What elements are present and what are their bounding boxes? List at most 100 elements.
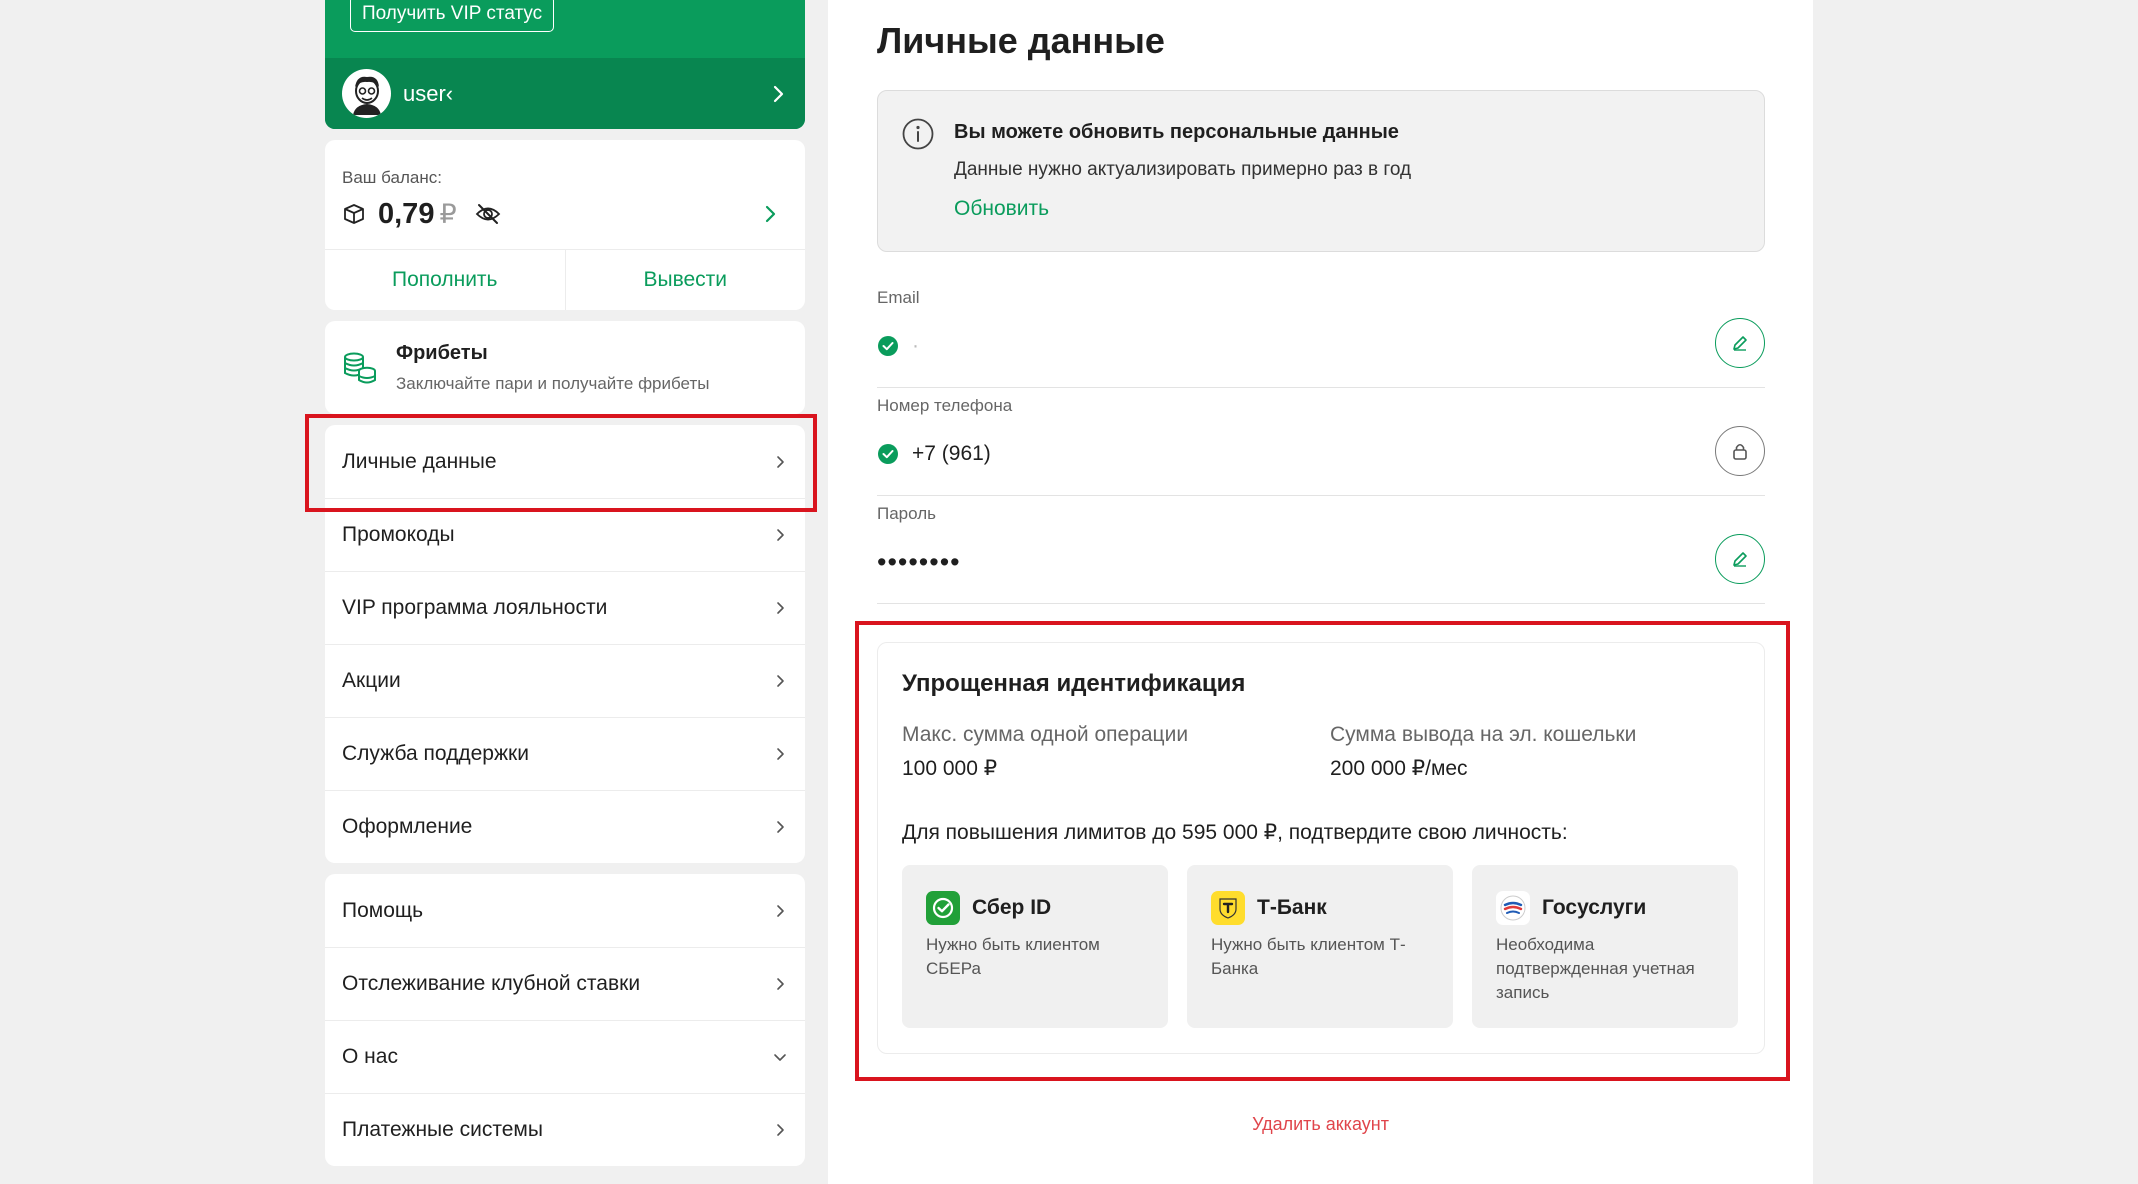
menu-item-label: Отслеживание клубной ставки — [342, 972, 641, 995]
sber-id-option[interactable]: Сбер ID Нужно быть клиентом СБЕРа — [902, 865, 1168, 1028]
wallet-limit-value: 200 000 ₽/мес — [1330, 757, 1468, 780]
chevron-right-icon — [777, 1124, 784, 1136]
max-operation-limit: Макс. сумма одной операции 100 000 ₽ — [902, 723, 1188, 781]
password-value: •••••••• — [877, 546, 961, 577]
menu-item-personal-data[interactable]: Личные данные — [305, 414, 817, 512]
chevron-right-icon — [777, 675, 784, 687]
get-vip-status-button[interactable]: Получить VIP статус — [350, 0, 555, 32]
delete-account-link[interactable]: Удалить аккаунт — [828, 1114, 1813, 1135]
sber-id-header: Сбер ID — [926, 891, 1051, 925]
freebets-subtitle: Заключайте пари и получайте фрибеты — [396, 373, 710, 393]
balance-row[interactable]: 0,79 ₽ — [342, 194, 780, 234]
wallet-limit-label: Сумма вывода на эл. кошельки — [1330, 723, 1637, 746]
edit-password-button[interactable] — [1715, 534, 1765, 584]
phone-value-row: +7 (961) — [877, 434, 1705, 474]
tbank-desc: Нужно быть клиентом Т-Банка — [1211, 935, 1406, 978]
eye-off-icon[interactable] — [474, 202, 502, 226]
identification-title: Упрощенная идентификация — [902, 670, 1246, 697]
gosuslugi-logo-icon — [1496, 891, 1530, 925]
username: user‹ — [403, 80, 454, 106]
profile-card: Получить VIP статус user‹ — [325, 0, 805, 129]
menu-item-vip-program[interactable]: VIP программа лояльности — [325, 571, 805, 644]
freebets-card[interactable]: Фрибеты Заключайте пари и получайте фриб… — [325, 321, 805, 414]
chevron-right-icon — [777, 904, 784, 917]
simplified-identification-card: Упрощенная идентификация Макс. сумма одн… — [877, 642, 1765, 1054]
password-field: Пароль •••••••• — [877, 496, 1765, 604]
withdraw-button[interactable]: Вывести — [564, 250, 806, 310]
gosuslugi-header: Госуслуги — [1496, 891, 1646, 925]
menu-item-promocodes[interactable]: Промокоды — [325, 498, 805, 571]
menu-item-label: Служба поддержки — [342, 742, 529, 765]
wallet-box-icon — [344, 204, 364, 224]
edit-email-button[interactable] — [1715, 318, 1765, 368]
check-circle-icon — [878, 336, 898, 356]
identification-providers: Сбер ID Нужно быть клиентом СБЕРа Т-Банк… — [902, 865, 1738, 1028]
chevron-right-icon — [765, 205, 776, 223]
menu-item-label: Оформление — [342, 815, 473, 838]
chevron-right-icon — [777, 978, 784, 990]
email-value: · — [912, 334, 919, 357]
gosuslugi-name: Госуслуги — [1542, 896, 1647, 919]
phone-label: Номер телефона — [877, 396, 1013, 415]
menu-item-help[interactable]: Помощь — [325, 874, 805, 947]
tbank-logo-icon — [1211, 891, 1245, 925]
lock-icon — [1733, 443, 1747, 460]
chevron-right-icon — [777, 529, 784, 541]
notice-text: Данные нужно актуализировать примерно ра… — [954, 159, 1412, 180]
email-field: Email · — [877, 280, 1765, 388]
menu-group-info: Помощь Отслеживание клубной ставки О нас… — [325, 874, 805, 1166]
pencil-icon — [1733, 552, 1747, 567]
email-value-row: · — [877, 326, 1705, 366]
balance-currency: ₽ — [439, 198, 457, 229]
chevron-right-icon — [777, 602, 784, 614]
menu-item-club-bet-tracking[interactable]: Отслеживание клубной ставки — [325, 947, 805, 1020]
user-profile-row[interactable]: user‹ — [325, 58, 805, 129]
update-data-link[interactable]: Обновить — [954, 197, 1049, 221]
freebets-text: Фрибеты Заключайте пари и получайте фриб… — [396, 342, 709, 394]
chevron-right-icon — [777, 748, 784, 760]
menu-group-main: Личные данные Промокоды VIP программа ло… — [305, 414, 817, 863]
sber-id-name: Сбер ID — [972, 896, 1052, 919]
gosuslugi-option[interactable]: Госуслуги Необходима подтвержденная учет… — [1472, 865, 1738, 1028]
max-operation-value: 100 000 ₽ — [902, 757, 998, 780]
balance-label: Ваш баланс: — [342, 168, 442, 187]
menu-item-label: Личные данные — [342, 449, 497, 473]
menu-item-label: О нас — [342, 1045, 398, 1068]
phone-value: +7 (961) — [912, 442, 991, 465]
balance-card: Ваш баланс: 0,79 ₽ Пополнить Вывести — [325, 140, 805, 310]
freebets-title: Фрибеты — [396, 341, 488, 364]
balance-amount: 0,79 — [378, 197, 435, 230]
page-title: Личные данные — [877, 20, 1165, 61]
avatar-cartoon-icon — [352, 76, 381, 115]
menu-item-label: Помощь — [342, 898, 424, 922]
menu-item-label: VIP программа лояльности — [342, 596, 608, 619]
notice-title: Вы можете обновить персональные данные — [954, 121, 1399, 143]
balance-actions: Пополнить Вывести — [325, 249, 805, 310]
update-data-notice: Вы можете обновить персональные данные Д… — [877, 90, 1765, 252]
wallet-withdraw-limit: Сумма вывода на эл. кошельки 200 000 ₽/м… — [1330, 723, 1636, 781]
identification-prompt: Для повышения лимитов до 595 000 ₽, подт… — [902, 821, 1568, 844]
menu-item-label: Промокоды — [342, 523, 455, 546]
phone-locked-button[interactable] — [1715, 426, 1765, 476]
menu-item-label: Акции — [342, 669, 401, 692]
sber-logo-icon — [926, 891, 960, 925]
menu-item-promotions[interactable]: Акции — [325, 644, 805, 717]
chevron-right-icon — [773, 85, 784, 102]
tbank-option[interactable]: Т-Банк Нужно быть клиентом Т-Банка — [1187, 865, 1453, 1028]
menu-item-support[interactable]: Служба поддержки — [325, 717, 805, 790]
menu-item-appearance[interactable]: Оформление — [325, 790, 805, 863]
menu-item-about[interactable]: О нас — [325, 1020, 805, 1093]
sber-id-desc: Нужно быть клиентом СБЕРа — [926, 935, 1100, 978]
password-value-row: •••••••• — [877, 542, 1705, 582]
password-label: Пароль — [877, 504, 936, 523]
sidebar: Получить VIP статус user‹ Ваш баланс: 0,… — [305, 0, 817, 1166]
menu-item-label: Платежные системы — [342, 1118, 543, 1141]
deposit-button[interactable]: Пополнить — [325, 250, 565, 310]
email-label: Email — [877, 288, 920, 307]
chevron-right-icon — [777, 821, 784, 833]
personal-data-panel: Личные данные Вы можете обновить персона… — [828, 0, 1813, 1184]
check-circle-icon — [878, 444, 898, 464]
menu-item-payment-systems[interactable]: Платежные системы — [325, 1093, 805, 1166]
tbank-header: Т-Банк — [1211, 891, 1327, 925]
gosuslugi-desc: Необходима подтвержденная учетная запись — [1496, 935, 1695, 1002]
